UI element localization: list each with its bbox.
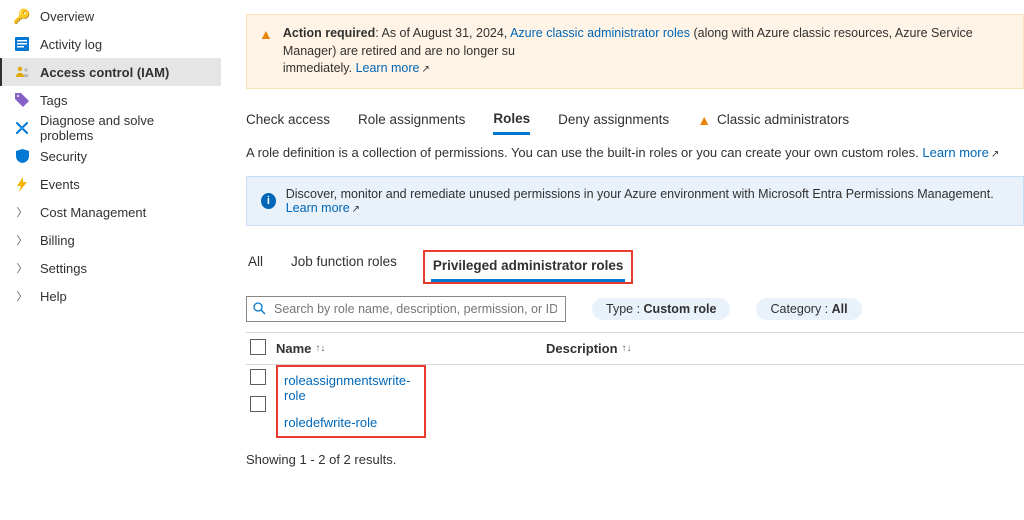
learn-more-link[interactable]: Learn more [922, 145, 988, 160]
sidebar-item-access-control[interactable]: Access control (IAM) [0, 58, 221, 86]
role-link[interactable]: roleassignmentswrite-role [278, 371, 424, 405]
row-checkbox[interactable] [246, 396, 276, 415]
iam-icon [14, 64, 30, 80]
entra-info-banner: i Discover, monitor and remediate unused… [246, 176, 1024, 226]
key-icon: 🔑 [14, 8, 30, 24]
description-text: A role definition is a collection of per… [246, 145, 922, 160]
results-count: Showing 1 - 2 of 2 results. [246, 452, 1024, 467]
sidebar-item-label: Security [40, 149, 87, 164]
sidebar-item-security[interactable]: Security [0, 142, 221, 170]
sidebar-item-label: Settings [40, 261, 87, 276]
highlight-annotation: Privileged administrator roles [423, 250, 634, 284]
tab-deny-assignments[interactable]: Deny assignments [558, 111, 669, 135]
tab-role-assignments[interactable]: Role assignments [358, 111, 465, 135]
learn-more-link[interactable]: Learn more [356, 61, 420, 75]
col-desc-label: Description [546, 341, 618, 356]
classic-roles-link[interactable]: Azure classic administrator roles [510, 26, 690, 40]
header-name[interactable]: Name ↑↓ [276, 339, 546, 358]
external-link-icon: ↗ [422, 64, 430, 75]
shield-icon [14, 148, 30, 164]
sidebar-item-billing[interactable]: 〉 Billing [0, 226, 221, 254]
chevron-right-icon: 〉 [14, 288, 30, 304]
sort-icon: ↑↓ [622, 343, 632, 354]
alert-text: immediately. [283, 61, 356, 75]
highlight-annotation: roleassignmentswrite-role roledefwrite-r… [276, 365, 426, 438]
learn-more-link[interactable]: Learn more [286, 201, 350, 215]
sidebar: 🔑 Overview Activity log Access control (… [0, 0, 222, 520]
pill-value: All [832, 302, 848, 316]
filter-type-pill[interactable]: Type : Custom role [592, 298, 730, 320]
table-row: roleassignmentswrite-role [278, 367, 424, 409]
main-tabs: Check access Role assignments Roles Deny… [246, 111, 1024, 135]
main-content: ▲ Action required: As of August 31, 2024… [222, 0, 1024, 520]
tab-classic-administrators[interactable]: ▲ Classic administrators [697, 111, 849, 135]
sidebar-item-label: Diagnose and solve problems [40, 113, 211, 143]
sidebar-item-settings[interactable]: 〉 Settings [0, 254, 221, 282]
action-required-alert: ▲ Action required: As of August 31, 2024… [246, 14, 1024, 89]
subtab-job-function[interactable]: Job function roles [289, 250, 399, 284]
sidebar-item-diagnose[interactable]: Diagnose and solve problems [0, 114, 221, 142]
sidebar-item-cost-management[interactable]: 〉 Cost Management [0, 198, 221, 226]
sidebar-item-label: Help [40, 289, 67, 304]
roles-description: A role definition is a collection of per… [246, 145, 1024, 160]
table-header: Name ↑↓ Description ↑↓ [246, 332, 1024, 365]
sidebar-item-label: Access control (IAM) [40, 65, 169, 80]
col-name-label: Name [276, 341, 311, 356]
sidebar-item-tags[interactable]: Tags [0, 86, 221, 114]
chevron-right-icon: 〉 [14, 260, 30, 276]
warning-icon: ▲ [259, 25, 273, 78]
filter-category-pill[interactable]: Category : All [756, 298, 861, 320]
alert-text: : As of August 31, 2024, [375, 26, 510, 40]
sidebar-item-help[interactable]: 〉 Help [0, 282, 221, 310]
header-checkbox[interactable] [246, 339, 276, 358]
chevron-right-icon: 〉 [14, 232, 30, 248]
info-text: Discover, monitor and remediate unused p… [286, 187, 994, 201]
warning-icon: ▲ [697, 112, 711, 128]
role-link[interactable]: roledefwrite-role [278, 413, 383, 432]
sidebar-item-label: Tags [40, 93, 67, 108]
sidebar-item-overview[interactable]: 🔑 Overview [0, 2, 221, 30]
table-row: roledefwrite-role [278, 409, 424, 436]
sidebar-item-activity-log[interactable]: Activity log [0, 30, 221, 58]
tab-roles[interactable]: Roles [493, 111, 530, 135]
pill-label: Type : [606, 302, 644, 316]
sidebar-item-events[interactable]: Events [0, 170, 221, 198]
tab-label: Classic administrators [717, 112, 849, 127]
search-icon [253, 302, 266, 315]
chevron-right-icon: 〉 [14, 204, 30, 220]
pill-value: Custom role [644, 302, 717, 316]
tab-check-access[interactable]: Check access [246, 111, 330, 135]
sidebar-item-label: Billing [40, 233, 75, 248]
filter-row: Type : Custom role Category : All [246, 296, 1024, 322]
alert-lead: Action required [283, 26, 375, 40]
table-row [246, 392, 276, 419]
sort-icon: ↑↓ [315, 343, 325, 354]
sidebar-item-label: Events [40, 177, 80, 192]
role-subtabs: All Job function roles Privileged admini… [246, 250, 1024, 284]
header-description[interactable]: Description ↑↓ [546, 339, 632, 358]
external-link-icon: ↗ [352, 204, 360, 215]
sidebar-item-label: Overview [40, 9, 94, 24]
pill-label: Category : [770, 302, 831, 316]
table-row [246, 365, 276, 392]
diagnose-icon [14, 120, 30, 136]
subtab-privileged-admin[interactable]: Privileged administrator roles [431, 254, 626, 282]
sidebar-item-label: Cost Management [40, 205, 146, 220]
subtab-all[interactable]: All [246, 250, 265, 284]
role-search[interactable] [246, 296, 566, 322]
role-search-input[interactable] [272, 301, 559, 317]
tag-icon [14, 92, 30, 108]
row-checkbox[interactable] [246, 369, 276, 388]
sidebar-item-label: Activity log [40, 37, 102, 52]
bolt-icon [14, 176, 30, 192]
info-icon: i [261, 193, 276, 209]
external-link-icon: ↗ [991, 149, 999, 160]
activity-log-icon [14, 36, 30, 52]
